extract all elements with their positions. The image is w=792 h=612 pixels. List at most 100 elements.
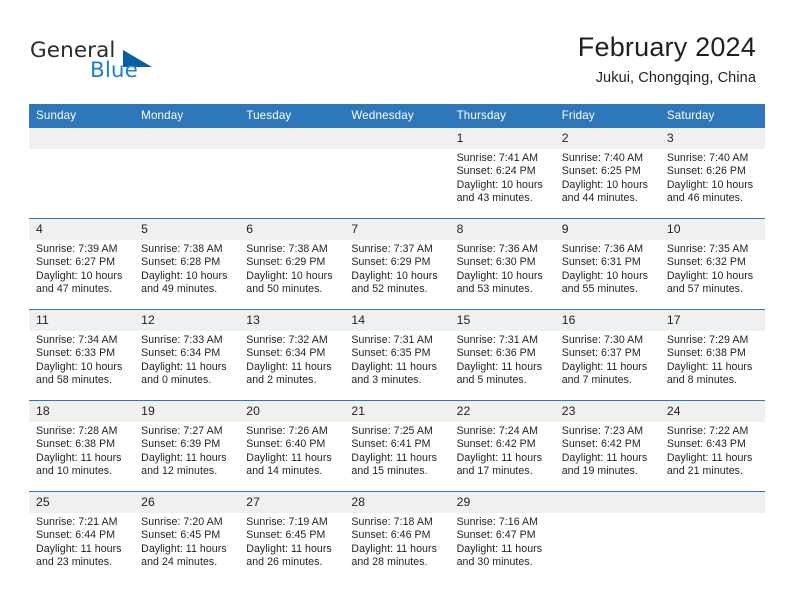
sunrise-text: Sunrise: 7:33 AM (141, 334, 223, 346)
day-number: 7 (344, 219, 450, 240)
day-number: 11 (29, 310, 135, 331)
page-title: February 2024 (577, 32, 756, 62)
day-cell[interactable]: 16 Sunrise: 7:30 AM Sunset: 6:37 PM Dayl… (554, 309, 660, 401)
day-info (344, 149, 449, 152)
day-info: Sunrise: 7:26 AM Sunset: 6:40 PM Dayligh… (239, 422, 344, 478)
day-info: Sunrise: 7:18 AM Sunset: 6:46 PM Dayligh… (344, 513, 449, 569)
sunset-text: Sunset: 6:46 PM (351, 529, 431, 542)
sunrise-text: Sunrise: 7:25 AM (351, 425, 433, 437)
daylight-text-line1: Daylight: 11 hours (141, 542, 227, 555)
day-number: 1 (449, 128, 555, 149)
day-number: 22 (449, 401, 555, 422)
sunset-text: Sunset: 6:45 PM (141, 529, 221, 542)
day-cell[interactable]: 9 Sunrise: 7:36 AM Sunset: 6:31 PM Dayli… (554, 218, 660, 310)
brand-logo[interactable]: General Blue (30, 38, 260, 90)
sunset-text: Sunset: 6:25 PM (561, 165, 641, 178)
day-cell[interactable]: 5 Sunrise: 7:38 AM Sunset: 6:28 PM Dayli… (134, 218, 240, 310)
day-info: Sunrise: 7:34 AM Sunset: 6:33 PM Dayligh… (29, 331, 134, 387)
daylight-text-line1: Daylight: 10 hours (141, 269, 228, 282)
sunset-text: Sunset: 6:31 PM (561, 256, 641, 269)
sunset-text: Sunset: 6:41 PM (351, 438, 431, 451)
weekday-header-wednesday: Wednesday (344, 104, 450, 128)
sunrise-text: Sunrise: 7:29 AM (666, 334, 749, 346)
day-cell[interactable]: 2 Sunrise: 7:40 AM Sunset: 6:25 PM Dayli… (554, 128, 660, 219)
day-cell[interactable]: 17 Sunrise: 7:29 AM Sunset: 6:38 PM Dayl… (659, 309, 765, 401)
day-cell[interactable]: 13 Sunrise: 7:32 AM Sunset: 6:34 PM Dayl… (239, 309, 345, 401)
day-cell[interactable]: 27 Sunrise: 7:19 AM Sunset: 6:45 PM Dayl… (239, 491, 345, 582)
day-cell[interactable]: 20 Sunrise: 7:26 AM Sunset: 6:40 PM Dayl… (239, 400, 345, 492)
day-number (344, 128, 450, 149)
day-cell[interactable]: 18 Sunrise: 7:28 AM Sunset: 6:38 PM Dayl… (29, 400, 135, 492)
day-cell[interactable]: 14 Sunrise: 7:31 AM Sunset: 6:35 PM Dayl… (344, 309, 450, 401)
daylight-text-line1: Daylight: 11 hours (246, 542, 332, 555)
weekday-header-sunday: Sunday (29, 104, 135, 128)
day-cell[interactable]: 21 Sunrise: 7:25 AM Sunset: 6:41 PM Dayl… (344, 400, 450, 492)
sunrise-text: Sunrise: 7:37 AM (351, 243, 433, 255)
sunrise-text: Sunrise: 7:27 AM (141, 425, 223, 437)
day-number (554, 492, 660, 513)
day-cell[interactable]: 12 Sunrise: 7:33 AM Sunset: 6:34 PM Dayl… (134, 309, 240, 401)
day-info: Sunrise: 7:40 AM Sunset: 6:26 PM Dayligh… (660, 149, 765, 205)
day-info: Sunrise: 7:37 AM Sunset: 6:29 PM Dayligh… (344, 240, 449, 296)
location-subtitle: Jukui, Chongqing, China (595, 70, 756, 86)
day-cell-empty (29, 128, 135, 219)
daylight-text-line2: and 23 minutes. (36, 555, 113, 568)
daylight-text-line1: Daylight: 11 hours (666, 451, 753, 464)
day-info: Sunrise: 7:35 AM Sunset: 6:32 PM Dayligh… (660, 240, 765, 296)
day-cell[interactable]: 3 Sunrise: 7:40 AM Sunset: 6:26 PM Dayli… (659, 128, 765, 219)
sunrise-text: Sunrise: 7:22 AM (666, 425, 749, 437)
day-info: Sunrise: 7:30 AM Sunset: 6:37 PM Dayligh… (555, 331, 660, 387)
day-cell-empty (659, 491, 765, 582)
sunrise-text: Sunrise: 7:41 AM (456, 152, 539, 164)
day-cell[interactable]: 25 Sunrise: 7:21 AM Sunset: 6:44 PM Dayl… (29, 491, 135, 582)
day-cell[interactable]: 29 Sunrise: 7:16 AM Sunset: 6:47 PM Dayl… (449, 491, 555, 582)
daylight-text-line1: Daylight: 11 hours (456, 451, 543, 464)
day-info: Sunrise: 7:31 AM Sunset: 6:36 PM Dayligh… (450, 331, 555, 387)
weekday-header-tuesday: Tuesday (239, 104, 345, 128)
daylight-text-line2: and 43 minutes. (456, 191, 533, 204)
day-cell[interactable]: 22 Sunrise: 7:24 AM Sunset: 6:42 PM Dayl… (449, 400, 555, 492)
day-info: Sunrise: 7:21 AM Sunset: 6:44 PM Dayligh… (29, 513, 134, 569)
sunset-text: Sunset: 6:34 PM (246, 347, 326, 360)
day-cell[interactable]: 7 Sunrise: 7:37 AM Sunset: 6:29 PM Dayli… (344, 218, 450, 310)
day-cell[interactable]: 23 Sunrise: 7:23 AM Sunset: 6:42 PM Dayl… (554, 400, 660, 492)
day-cell[interactable]: 24 Sunrise: 7:22 AM Sunset: 6:43 PM Dayl… (659, 400, 765, 492)
sunset-text: Sunset: 6:39 PM (141, 438, 221, 451)
daylight-text-line2: and 21 minutes. (666, 464, 743, 477)
daylight-text-line2: and 17 minutes. (456, 464, 533, 477)
day-cell[interactable]: 1 Sunrise: 7:41 AM Sunset: 6:24 PM Dayli… (449, 128, 555, 219)
day-info: Sunrise: 7:36 AM Sunset: 6:31 PM Dayligh… (555, 240, 660, 296)
day-cell[interactable]: 6 Sunrise: 7:38 AM Sunset: 6:29 PM Dayli… (239, 218, 345, 310)
daylight-text-line1: Daylight: 10 hours (456, 269, 543, 282)
day-cell-empty (554, 491, 660, 582)
day-number: 4 (29, 219, 135, 240)
sunrise-text: Sunrise: 7:16 AM (456, 516, 539, 528)
day-cell[interactable]: 10 Sunrise: 7:35 AM Sunset: 6:32 PM Dayl… (659, 218, 765, 310)
sunrise-text: Sunrise: 7:18 AM (351, 516, 433, 528)
daylight-text-line1: Daylight: 11 hours (351, 360, 437, 373)
daylight-text-line1: Daylight: 10 hours (561, 269, 648, 282)
day-number (134, 128, 240, 149)
week-row: 1 Sunrise: 7:41 AM Sunset: 6:24 PM Dayli… (29, 128, 765, 219)
day-cell-empty (239, 128, 345, 219)
day-number: 18 (29, 401, 135, 422)
day-cell[interactable]: 4 Sunrise: 7:39 AM Sunset: 6:27 PM Dayli… (29, 218, 135, 310)
calendar-page: General Blue February 2024 Jukui, Chongq… (0, 0, 792, 612)
day-number: 29 (449, 492, 555, 513)
sunset-text: Sunset: 6:37 PM (561, 347, 641, 360)
day-cell[interactable]: 28 Sunrise: 7:18 AM Sunset: 6:46 PM Dayl… (344, 491, 450, 582)
brand-name-blue: Blue (90, 58, 138, 83)
week-row: 11 Sunrise: 7:34 AM Sunset: 6:33 PM Dayl… (29, 309, 765, 401)
day-cell[interactable]: 11 Sunrise: 7:34 AM Sunset: 6:33 PM Dayl… (29, 309, 135, 401)
daylight-text-line1: Daylight: 11 hours (246, 451, 332, 464)
sunrise-text: Sunrise: 7:35 AM (666, 243, 749, 255)
day-cell[interactable]: 19 Sunrise: 7:27 AM Sunset: 6:39 PM Dayl… (134, 400, 240, 492)
day-number: 27 (239, 492, 345, 513)
sunset-text: Sunset: 6:47 PM (456, 529, 536, 542)
sunrise-text: Sunrise: 7:40 AM (561, 152, 644, 164)
day-info: Sunrise: 7:31 AM Sunset: 6:35 PM Dayligh… (344, 331, 449, 387)
day-cell[interactable]: 26 Sunrise: 7:20 AM Sunset: 6:45 PM Dayl… (134, 491, 240, 582)
daylight-text-line1: Daylight: 10 hours (246, 269, 333, 282)
day-cell[interactable]: 15 Sunrise: 7:31 AM Sunset: 6:36 PM Dayl… (449, 309, 555, 401)
day-cell[interactable]: 8 Sunrise: 7:36 AM Sunset: 6:30 PM Dayli… (449, 218, 555, 310)
